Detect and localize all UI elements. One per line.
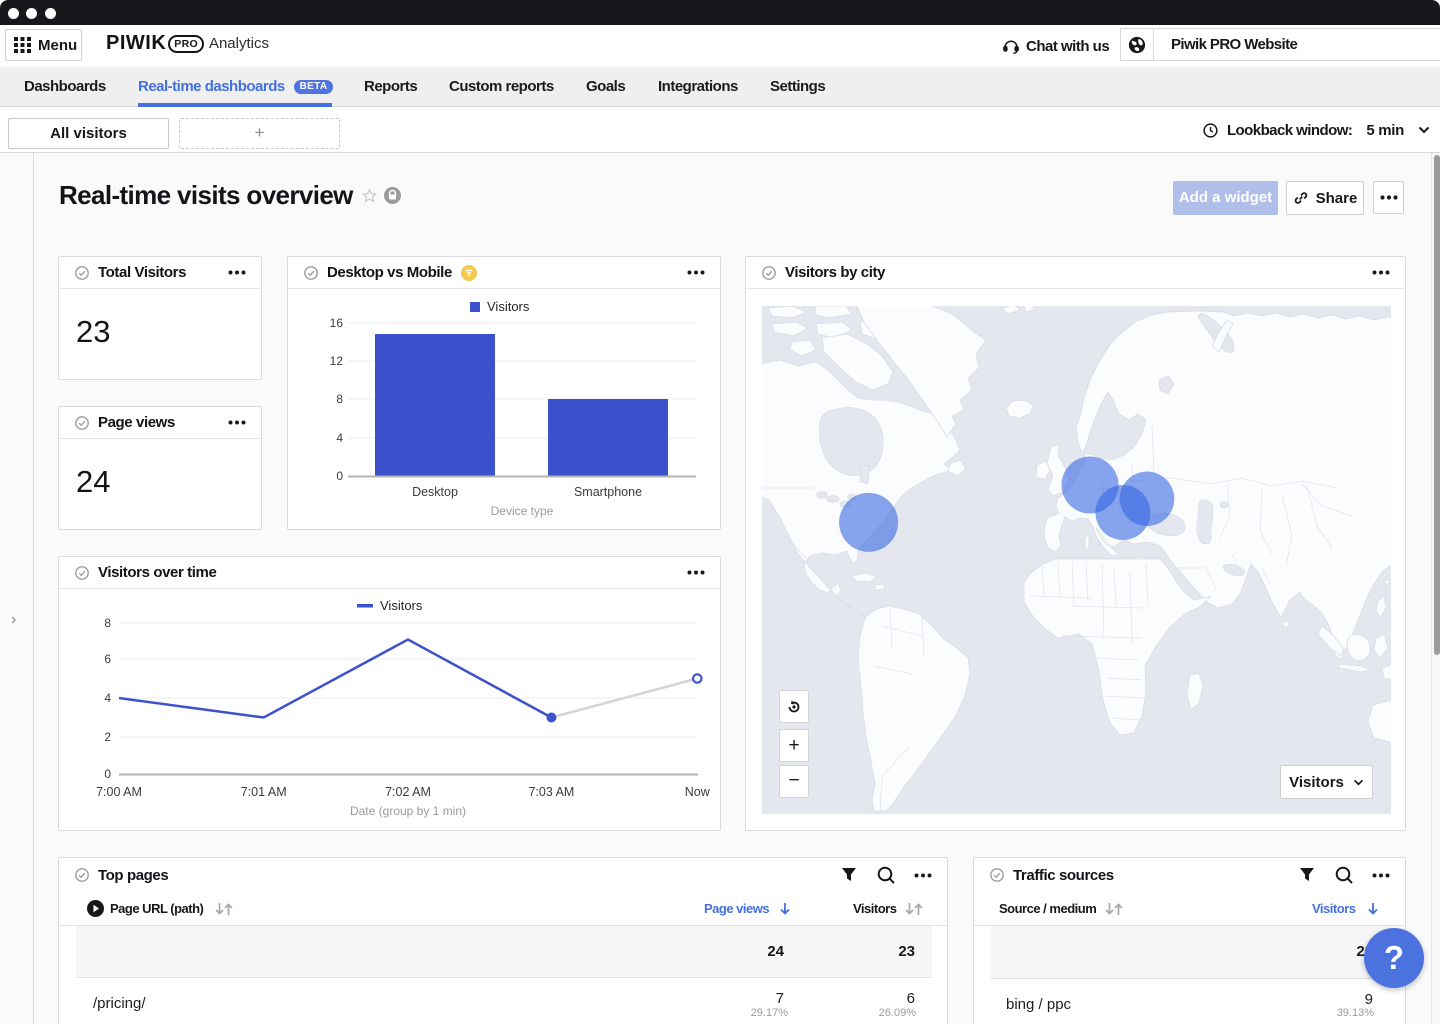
svg-text:Now: Now [685, 785, 711, 799]
svg-text:Device type: Device type [491, 504, 554, 518]
svg-text:4: 4 [336, 431, 343, 445]
svg-text:6: 6 [104, 652, 111, 666]
svg-text:7:03 AM: 7:03 AM [528, 785, 574, 799]
svg-text:12: 12 [330, 354, 344, 368]
svg-text:7:01 AM: 7:01 AM [241, 785, 287, 799]
svg-text:0: 0 [336, 469, 343, 483]
svg-text:Date (group by 1 min): Date (group by 1 min) [350, 804, 466, 818]
svg-text:Visitors: Visitors [380, 598, 423, 613]
svg-text:Smartphone: Smartphone [574, 485, 642, 499]
svg-text:0: 0 [104, 767, 111, 781]
svg-text:2: 2 [104, 730, 111, 744]
svg-text:7:00 AM: 7:00 AM [96, 785, 142, 799]
svg-text:7:02 AM: 7:02 AM [385, 785, 431, 799]
svg-text:Visitors: Visitors [487, 299, 530, 314]
svg-text:Desktop: Desktop [412, 485, 458, 499]
svg-text:8: 8 [104, 616, 111, 630]
svg-text:16: 16 [330, 316, 344, 330]
svg-text:8: 8 [336, 392, 343, 406]
svg-text:4: 4 [104, 691, 111, 705]
